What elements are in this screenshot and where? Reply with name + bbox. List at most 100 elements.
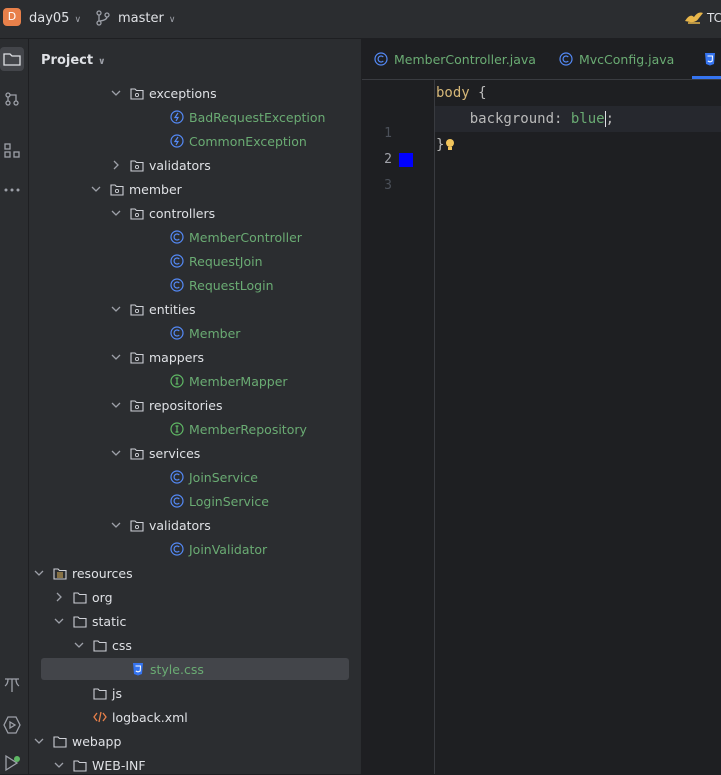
chevron-down-icon[interactable] [110,402,122,408]
line-number: 3 [384,178,392,193]
tree-item[interactable]: repositories [29,394,349,416]
tree-item-label: services [149,445,201,461]
project-badge[interactable]: D [3,8,21,26]
lightbulb-icon[interactable] [444,137,456,153]
tomcat-icon[interactable] [684,9,704,28]
tree-item[interactable]: RequestLogin [29,274,349,296]
class-icon [170,470,184,484]
tree-item[interactable]: MemberRepository [29,418,349,440]
git-branch-icon[interactable] [96,10,110,29]
chevron-down-icon[interactable] [73,642,85,648]
tree-item-label: JoinService [189,469,258,485]
tree-item[interactable]: MemberMapper [29,370,349,392]
css-value: blue [570,111,605,127]
tree-item[interactable]: WEB-INF [29,754,349,774]
tree-item[interactable]: mappers [29,346,349,368]
package-icon [130,518,144,532]
tree-item[interactable]: LoginService [29,490,349,512]
chevron-right-icon[interactable] [53,592,65,602]
tree-item[interactable]: JoinService [29,466,349,488]
tree-item[interactable]: member [29,178,349,200]
commit-tool-button[interactable] [0,87,24,111]
run-configuration-label[interactable]: TC [707,11,721,25]
code-line-1[interactable]: body { [436,85,487,101]
chevron-down-icon[interactable] [110,90,122,96]
code-line-3[interactable]: } [436,137,456,153]
class-icon [559,52,573,66]
tree-item[interactable]: style.css [41,658,349,680]
color-swatch[interactable] [399,153,413,167]
more-tools-button[interactable] [0,178,24,202]
interface-icon [170,374,184,388]
tree-item[interactable]: validators [29,154,349,176]
tree-item[interactable]: validators [29,514,349,536]
code-line-2[interactable]: background: blue; [436,111,614,127]
chevron-down-icon[interactable] [110,306,122,312]
tree-item[interactable]: JoinValidator [29,538,349,560]
css-property: background [469,111,555,127]
tree-item[interactable]: RequestJoin [29,250,349,272]
tree-item[interactable]: static [29,610,349,632]
run-tool-button[interactable] [0,751,24,775]
services-tool-button[interactable] [0,713,24,737]
tree-item-label: MemberMapper [189,373,288,389]
chevron-down-icon: ∨ [168,15,176,25]
tree-item[interactable]: logback.xml [29,706,349,728]
tree-item[interactable]: BadRequestException [29,106,349,128]
tree-item-label: resources [72,565,133,581]
tree-item-label: JoinValidator [189,541,268,557]
tab-label: MvcConfig.java [579,51,675,67]
chevron-down-icon[interactable] [110,354,122,360]
tab-mvc-config[interactable]: MvcConfig.java [559,39,674,79]
tab-member-controller[interactable]: MemberController.java [374,39,536,79]
tree-item-label: validators [149,517,211,533]
chevron-down-icon[interactable] [53,618,65,624]
exception-class-icon [170,110,184,124]
tree-item-label: style.css [150,661,204,677]
tree-item[interactable]: controllers [29,202,349,224]
chevron-down-icon[interactable] [33,738,45,744]
tree-item[interactable]: org [29,586,349,608]
tree-item[interactable]: js [29,682,349,704]
css-selector: body [436,85,470,101]
tree-item[interactable]: css [29,634,349,656]
chevron-down-icon[interactable] [110,450,122,456]
tree-item[interactable]: resources [29,562,349,584]
tree-item[interactable]: CommonException [29,130,349,152]
chevron-down-icon[interactable] [90,186,102,192]
tree-item-label: static [92,613,127,629]
endpoints-tool-button[interactable] [0,673,24,697]
class-icon [170,542,184,556]
tree-item-label: member [129,181,182,197]
css-icon [704,52,716,66]
tree-item[interactable]: services [29,442,349,464]
chevron-down-icon[interactable] [110,522,122,528]
chevron-right-icon[interactable] [110,160,122,170]
tab-style-css[interactable] [704,39,721,79]
play-circle-icon [3,716,21,734]
project-switcher[interactable]: day05 ∨ [29,11,81,26]
tree-item-label: js [112,685,122,701]
tree-item[interactable]: MemberController [29,226,349,248]
interface-icon [170,422,184,436]
project-panel-header[interactable]: Project ∨ [41,53,105,68]
tree-item-label: entities [149,301,196,317]
tree-item[interactable]: entities [29,298,349,320]
editor-tabs: MemberController.java MvcConfig.java [362,39,721,80]
package-icon [130,302,144,316]
project-tool-button[interactable] [0,47,24,71]
chevron-down-icon[interactable] [33,570,45,576]
tree-item[interactable]: webapp [29,730,349,752]
structure-icon [4,143,20,158]
tree-item-label: RequestLogin [189,277,274,293]
chevron-down-icon[interactable] [110,210,122,216]
tree-item-label: mappers [149,349,205,365]
folder-icon [73,614,87,628]
structure-tool-button[interactable] [0,138,24,162]
branch-switcher[interactable]: master ∨ [118,11,175,26]
tree-item[interactable]: exceptions [29,82,349,104]
package-icon [130,446,144,460]
folder-icon [53,734,67,748]
chevron-down-icon[interactable] [53,762,65,768]
tree-item[interactable]: Member [29,322,349,344]
